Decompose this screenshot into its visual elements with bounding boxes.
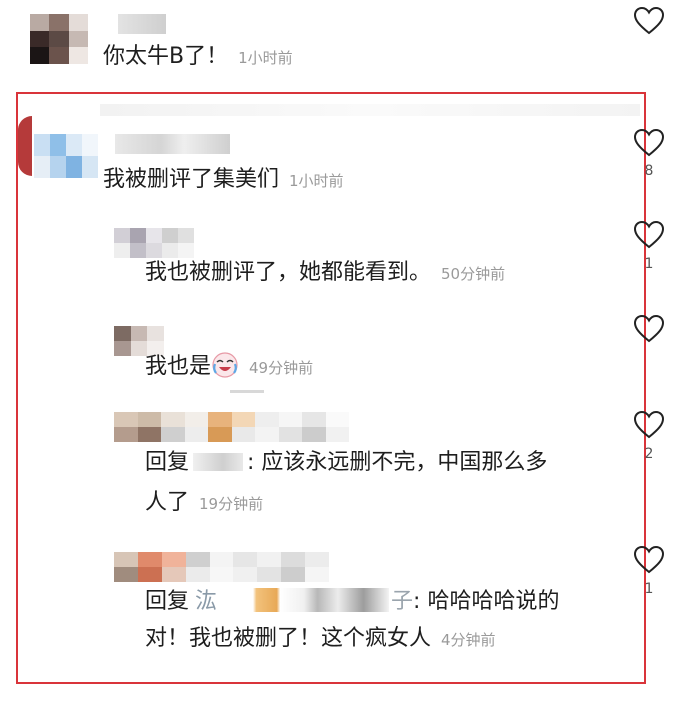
reply-body: 我也被删评了，她都能看到。	[145, 260, 432, 285]
reply-target-blurred[interactable]	[193, 453, 244, 471]
reply-body: : 哈哈哈哈说的	[413, 589, 560, 614]
reply-text: 回复 : 应该永远删不完，中国那么多	[145, 448, 547, 478]
reply-prefix: 回复	[145, 450, 190, 475]
username-blurred[interactable]	[115, 134, 230, 154]
reply-text: 我也被删评了，她都能看到。 50分钟前	[145, 258, 505, 289]
username-blurred[interactable]	[118, 14, 166, 34]
comment-time: 1小时前	[289, 172, 344, 190]
avatar[interactable]	[30, 14, 88, 64]
reply-body: : 应该永远删不完，中国那么多	[247, 450, 548, 475]
reply-text: 我也是 49分钟前	[145, 352, 313, 383]
like-icon[interactable]	[633, 6, 665, 36]
avatar[interactable]	[114, 552, 329, 582]
like-count: 1	[644, 256, 654, 272]
avatar[interactable]	[114, 412, 349, 442]
reply-time: 50分钟前	[441, 265, 506, 283]
reply-body: 我也是	[145, 354, 212, 379]
like-count: 2	[644, 446, 654, 462]
avatar-partial[interactable]	[18, 116, 32, 176]
reply-time: 19分钟前	[199, 495, 264, 513]
avatar[interactable]	[34, 134, 98, 178]
reply-text: 回复汯 子: 哈哈哈哈说的	[145, 584, 559, 617]
reply-body-2: 对！我也被删了！这个疯女人	[145, 626, 432, 651]
like-count: 1	[644, 581, 654, 597]
comment-text: 我被删评了集美们 1小时前	[103, 165, 344, 196]
comment-body: 你太牛B了！	[103, 44, 229, 69]
blur-artifact	[230, 390, 264, 393]
comment-body: 我被删评了集美们	[103, 167, 280, 192]
reply-target-partial-end[interactable]: 子	[391, 589, 413, 614]
crying-laughing-emoji-icon	[211, 351, 239, 379]
like-count: 8	[644, 163, 654, 179]
reply-target-partial[interactable]: 汯	[195, 589, 217, 614]
like-icon[interactable]	[633, 314, 665, 344]
like-icon[interactable]	[633, 128, 665, 158]
like-icon[interactable]	[633, 220, 665, 250]
reply-target-blurred[interactable]	[219, 588, 390, 612]
like-icon[interactable]	[633, 410, 665, 440]
comment-time: 1小时前	[238, 49, 293, 67]
reply-time: 4分钟前	[441, 631, 496, 649]
reply-time: 49分钟前	[249, 359, 314, 377]
blur-artifact	[100, 104, 640, 116]
comment-text: 你太牛B了！ 1小时前	[103, 42, 293, 73]
reply-text-line2: 对！我也被删了！这个疯女人 4分钟前	[145, 624, 496, 655]
reply-prefix: 回复	[145, 589, 190, 614]
comment-thread: 你太牛B了！ 1小时前 我被删评了集美们 1小时前 8 我也被删评了，她都能看到。 5…	[0, 0, 680, 702]
reply-text-line2: 人了 19分钟前	[145, 488, 263, 519]
like-icon[interactable]	[633, 545, 665, 575]
reply-body-2: 人了	[145, 490, 190, 515]
avatar[interactable]	[114, 228, 194, 258]
